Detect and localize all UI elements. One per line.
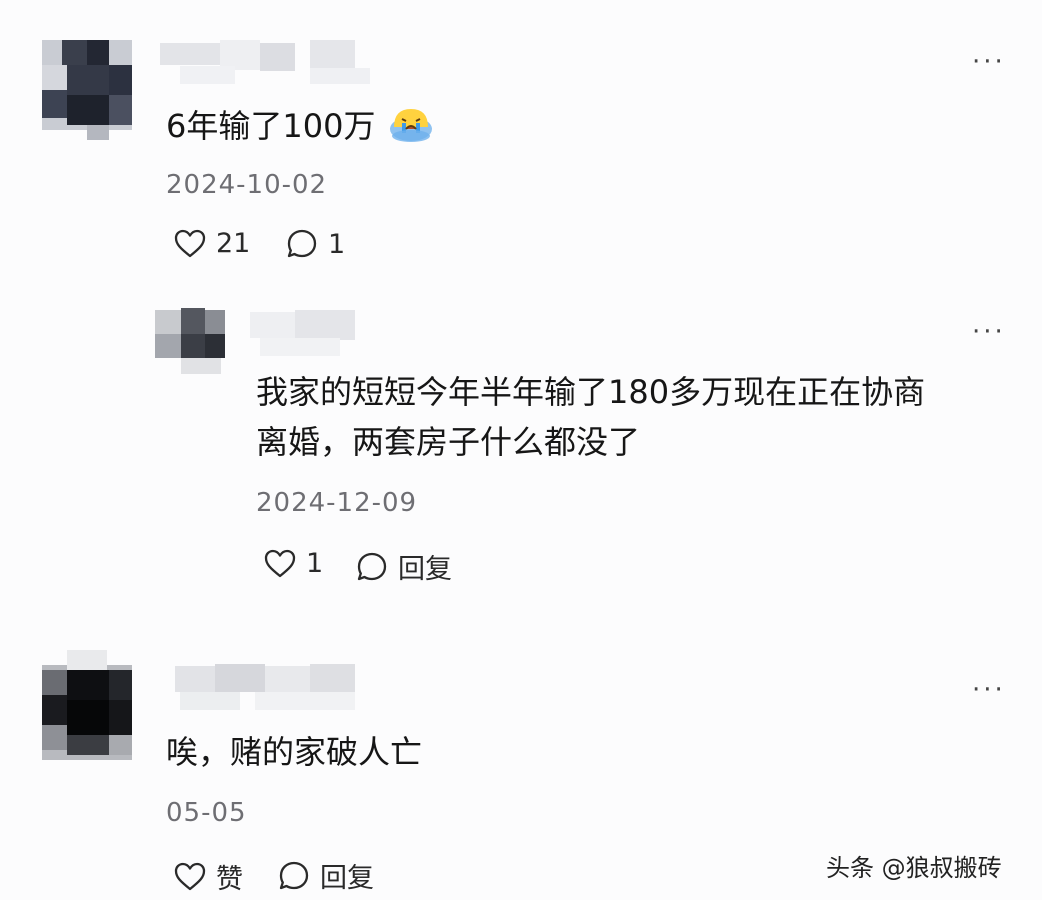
speech-bubble-icon xyxy=(287,229,317,258)
reply-button[interactable]: 1 xyxy=(286,228,345,260)
speech-bubble-icon xyxy=(357,552,387,580)
username-blurred[interactable] xyxy=(250,310,390,360)
watermark: 头条 @狼叔搬砖 xyxy=(826,854,1002,882)
more-options-icon[interactable]: ··· xyxy=(972,319,1006,345)
reply-label: 回复 xyxy=(320,863,374,894)
comment-text: 唉，赌的家破人亡 xyxy=(166,733,423,771)
heart-outline-icon xyxy=(264,549,296,577)
comment-date: 2024-10-02 xyxy=(166,170,328,200)
like-count: 21 xyxy=(216,228,251,259)
reply-count: 1 xyxy=(328,228,346,260)
reply-button[interactable]: 回复 xyxy=(278,856,374,895)
avatar[interactable] xyxy=(22,30,152,140)
reply-label: 回复 xyxy=(398,554,452,585)
speech-bubble-icon xyxy=(279,861,309,889)
like-label: 赞 xyxy=(216,864,243,895)
avatar[interactable] xyxy=(155,308,250,378)
username-blurred[interactable] xyxy=(160,38,390,88)
comment-text-line-2: 离婚，两套房子什么都没了 xyxy=(256,423,641,461)
like-button[interactable]: 21 xyxy=(174,228,250,259)
comment-text-line-1: 我家的短短今年半年输了180多万现在正在协商 xyxy=(256,373,926,411)
comment-text: 6年输了100万 xyxy=(166,107,376,145)
reply-button[interactable]: 回复 xyxy=(356,547,452,586)
comment-date: 05-05 xyxy=(166,798,247,828)
more-options-icon[interactable]: ··· xyxy=(972,677,1006,703)
like-button[interactable]: 1 xyxy=(264,548,323,579)
avatar[interactable] xyxy=(22,645,152,775)
like-button[interactable]: 赞 xyxy=(174,857,243,896)
crying-face-emoji xyxy=(390,109,432,142)
like-count: 1 xyxy=(306,548,324,579)
heart-outline-icon xyxy=(174,862,206,890)
more-options-icon[interactable]: ··· xyxy=(972,49,1006,75)
heart-outline-icon xyxy=(174,229,206,257)
comment-date: 2024-12-09 xyxy=(256,488,418,518)
username-blurred[interactable] xyxy=(175,662,365,717)
